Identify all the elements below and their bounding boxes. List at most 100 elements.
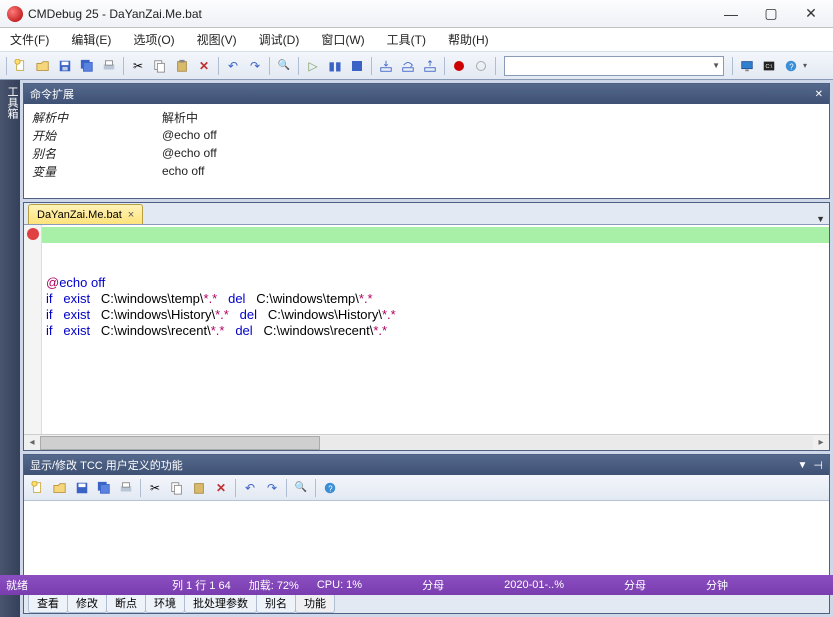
kv-key: 解析中 <box>32 109 162 126</box>
code-area[interactable]: @echo offif exist C:\windows\temp\*.* de… <box>42 225 829 434</box>
bottom-tab[interactable]: 查看 <box>28 593 68 613</box>
record-icon[interactable] <box>449 56 469 76</box>
new-icon[interactable] <box>28 478 48 498</box>
status-load: 加载: 72% <box>249 577 299 593</box>
toolbox-sidebar[interactable]: 工具箱 <box>0 80 20 617</box>
pause-icon[interactable]: ▮▮ <box>325 56 345 76</box>
svg-text:C:\: C:\ <box>766 63 773 69</box>
chevron-down-icon[interactable]: ▼ <box>816 214 825 224</box>
new-icon[interactable] <box>11 56 31 76</box>
separator <box>371 57 372 75</box>
command-combo[interactable]: ▼ <box>504 56 724 76</box>
menu-window[interactable]: 窗口(W) <box>317 29 368 50</box>
chevron-down-icon[interactable]: ▾ <box>803 61 807 70</box>
redo-icon[interactable]: ↷ <box>262 478 282 498</box>
print-icon[interactable] <box>99 56 119 76</box>
status-field-1: 分母 <box>422 577 444 593</box>
menu-options[interactable]: 选项(O) <box>129 29 178 50</box>
step-into-icon[interactable] <box>376 56 396 76</box>
panel-header: 命令扩展 ✕ <box>24 84 829 104</box>
scroll-thumb[interactable] <box>40 436 320 450</box>
separator <box>495 57 496 75</box>
separator <box>140 479 141 497</box>
editor-gutter <box>24 225 42 434</box>
cut-icon[interactable]: ✂ <box>145 478 165 498</box>
copy-icon[interactable] <box>150 56 170 76</box>
save-icon[interactable] <box>55 56 75 76</box>
command-extension-body: 解析中解析中开始@echo off别名@echo off变量echo off <box>24 104 829 184</box>
bottom-tab[interactable]: 环境 <box>145 593 185 613</box>
menu-tools[interactable]: 工具(T) <box>383 29 430 50</box>
maximize-button[interactable]: ▢ <box>751 3 791 25</box>
open-icon[interactable] <box>33 56 53 76</box>
help-icon[interactable]: ? <box>320 478 340 498</box>
kv-value: echo off <box>162 164 204 178</box>
chevron-down-icon: ▼ <box>712 61 720 70</box>
save-icon[interactable] <box>72 478 92 498</box>
print-icon[interactable] <box>116 478 136 498</box>
minimize-button[interactable]: — <box>711 3 751 25</box>
find-icon[interactable]: 🔍 <box>291 478 311 498</box>
menu-view[interactable]: 视图(V) <box>193 29 241 50</box>
stop-icon[interactable] <box>347 56 367 76</box>
separator <box>269 57 270 75</box>
app-icon <box>7 6 23 22</box>
find-icon[interactable]: 🔍 <box>274 56 294 76</box>
cut-icon[interactable]: ✂ <box>128 56 148 76</box>
record-disabled-icon[interactable] <box>471 56 491 76</box>
scroll-left-icon[interactable]: ◂ <box>24 437 40 448</box>
redo-icon[interactable]: ↷ <box>245 56 265 76</box>
close-button[interactable]: ✕ <box>791 3 831 25</box>
paste-icon[interactable] <box>172 56 192 76</box>
scroll-track[interactable] <box>40 436 813 450</box>
bottom-tab[interactable]: 修改 <box>67 593 107 613</box>
saveall-icon[interactable] <box>94 478 114 498</box>
main-toolbar: ✂ ✕ ↶ ↷ 🔍 ▷ ▮▮ ▼ C:\ ? ▾ <box>0 52 833 80</box>
monitor-icon[interactable] <box>737 56 757 76</box>
bottom-tab[interactable]: 别名 <box>256 593 296 613</box>
current-line-highlight <box>42 227 829 243</box>
undo-icon[interactable]: ↶ <box>223 56 243 76</box>
copy-icon[interactable] <box>167 478 187 498</box>
menu-debug[interactable]: 调试(D) <box>255 29 304 50</box>
svg-text:?: ? <box>328 484 333 493</box>
menu-edit[interactable]: 编辑(E) <box>67 29 115 50</box>
run-icon[interactable]: ▷ <box>303 56 323 76</box>
menu-file[interactable]: 文件(F) <box>6 29 53 50</box>
horizontal-scrollbar[interactable]: ◂ ▸ <box>24 434 829 450</box>
delete-icon[interactable]: ✕ <box>194 56 214 76</box>
breakpoint-icon[interactable] <box>27 228 39 240</box>
close-icon[interactable]: ✕ <box>815 89 823 100</box>
menu-help[interactable]: 帮助(H) <box>444 29 493 50</box>
toolbox-label: 工具箱 <box>0 86 20 119</box>
bottom-tab[interactable]: 断点 <box>106 593 146 613</box>
functions-toolbar: ✂ ✕ ↶ ↷ 🔍 ? <box>24 475 829 501</box>
scroll-right-icon[interactable]: ▸ <box>813 437 829 448</box>
code-editor[interactable]: @echo offif exist C:\windows\temp\*.* de… <box>24 225 829 434</box>
kv-value: @echo off <box>162 128 217 142</box>
help-icon[interactable]: ? <box>781 56 801 76</box>
delete-icon[interactable]: ✕ <box>211 478 231 498</box>
separator <box>315 479 316 497</box>
paste-icon[interactable] <box>189 478 209 498</box>
close-icon[interactable]: × <box>128 209 134 221</box>
status-ready: 就绪 <box>6 577 28 593</box>
chevron-down-icon[interactable]: ▼ <box>798 460 808 471</box>
step-over-icon[interactable] <box>398 56 418 76</box>
open-icon[interactable] <box>50 478 70 498</box>
kv-row: 别名@echo off <box>32 144 821 162</box>
saveall-icon[interactable] <box>77 56 97 76</box>
step-out-icon[interactable] <box>420 56 440 76</box>
bottom-tab[interactable]: 功能 <box>295 593 335 613</box>
kv-row: 解析中解析中 <box>32 108 821 126</box>
bottom-tab[interactable]: 批处理参数 <box>184 593 257 613</box>
editor-tab[interactable]: DaYanZai.Me.bat × <box>28 204 143 224</box>
window-title: CMDebug 25 - DaYanZai.Me.bat <box>28 7 711 21</box>
console-icon[interactable]: C:\ <box>759 56 779 76</box>
statusbar: 就绪 列 1 行 1 64 加载: 72% CPU: 1% 分母 2020-01… <box>0 575 833 595</box>
separator <box>235 479 236 497</box>
pin-icon[interactable]: ⊣ <box>813 459 823 472</box>
undo-icon[interactable]: ↶ <box>240 478 260 498</box>
separator <box>6 57 7 75</box>
separator <box>218 57 219 75</box>
